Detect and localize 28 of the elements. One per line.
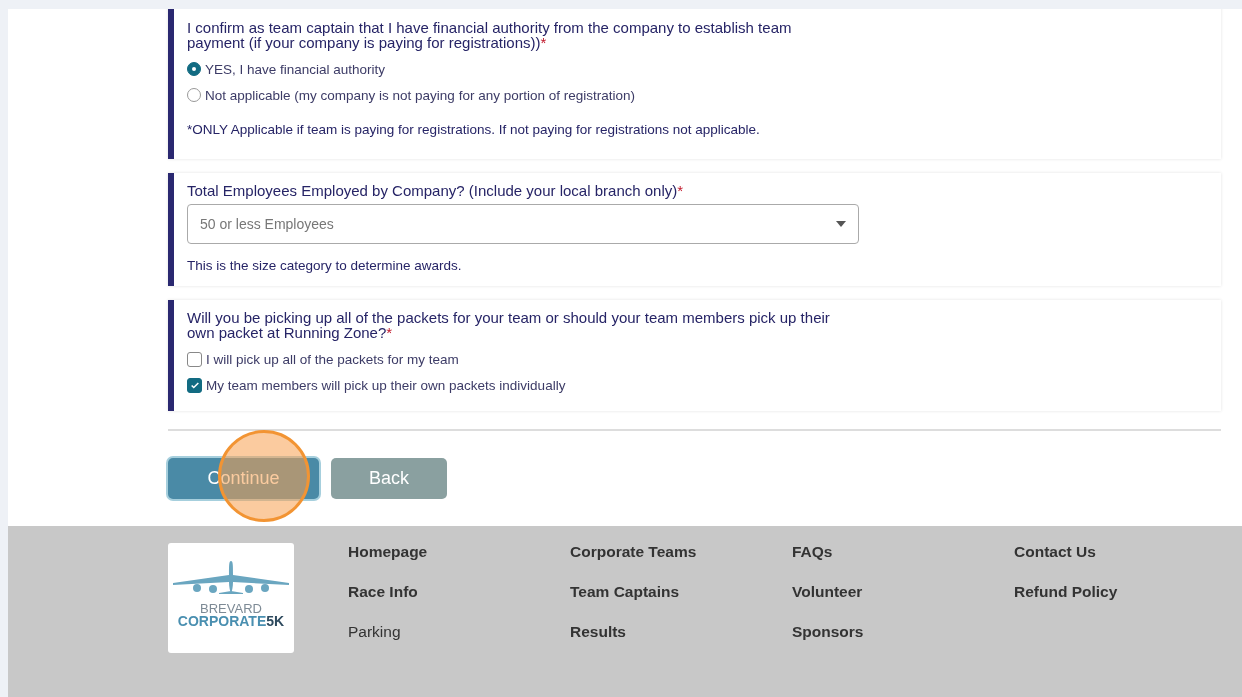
checkbox-option[interactable]: I will pick up all of the packets for my team <box>187 346 1207 372</box>
caret-icon <box>836 221 846 227</box>
footer-link[interactable]: Results <box>570 623 792 663</box>
employees-dropdown[interactable]: 50 or less Employees <box>187 204 859 244</box>
footer-link[interactable]: Homepage <box>348 543 570 583</box>
logo-text: CORPORATE5K <box>177 615 285 628</box>
footer-link[interactable]: Volunteer <box>792 583 1014 623</box>
checkmark-icon <box>189 380 200 390</box>
question-text: Total Employees Employed by Company? (Include your local branch only)* <box>187 183 685 198</box>
logo-text: BREVARD <box>200 603 262 615</box>
radio-option[interactable]: YES, I have financial authority <box>187 56 1207 82</box>
footer-link[interactable]: Race Info <box>348 583 570 623</box>
footer-link[interactable]: Sponsors <box>792 623 1014 663</box>
radio-button[interactable] <box>187 62 201 76</box>
footer-link[interactable]: Refund Policy <box>1014 583 1236 623</box>
footer-link[interactable]: FAQs <box>792 543 1014 583</box>
radio-option[interactable]: Not applicable (my company is not paying for any portion of registration) <box>187 82 1207 108</box>
footer-link[interactable]: Contact Us <box>1014 543 1236 583</box>
helper-text: *ONLY Applicable if team is paying for registrations. If not paying for registrations not applicable. <box>187 122 761 137</box>
checkbox-option[interactable]: My team members will pick up their own packets individually <box>187 372 1207 398</box>
checkbox[interactable] <box>187 377 202 393</box>
footer-link[interactable]: Team Captains <box>570 583 792 623</box>
checkbox[interactable] <box>187 351 202 367</box>
question-text: Will you be picking up all of the packets for your team or should your team members pick up their own packet at Running Zone?* <box>187 310 831 340</box>
footer-link[interactable]: Corporate Teams <box>570 543 792 583</box>
footer-link[interactable]: Parking <box>348 623 570 663</box>
question-text: I confirm as team captain that I have financial authority from the company to establish team payment (if your company is paying for registrations))* <box>187 20 793 50</box>
helper-text: This is the size category to determine awards. <box>187 258 463 273</box>
